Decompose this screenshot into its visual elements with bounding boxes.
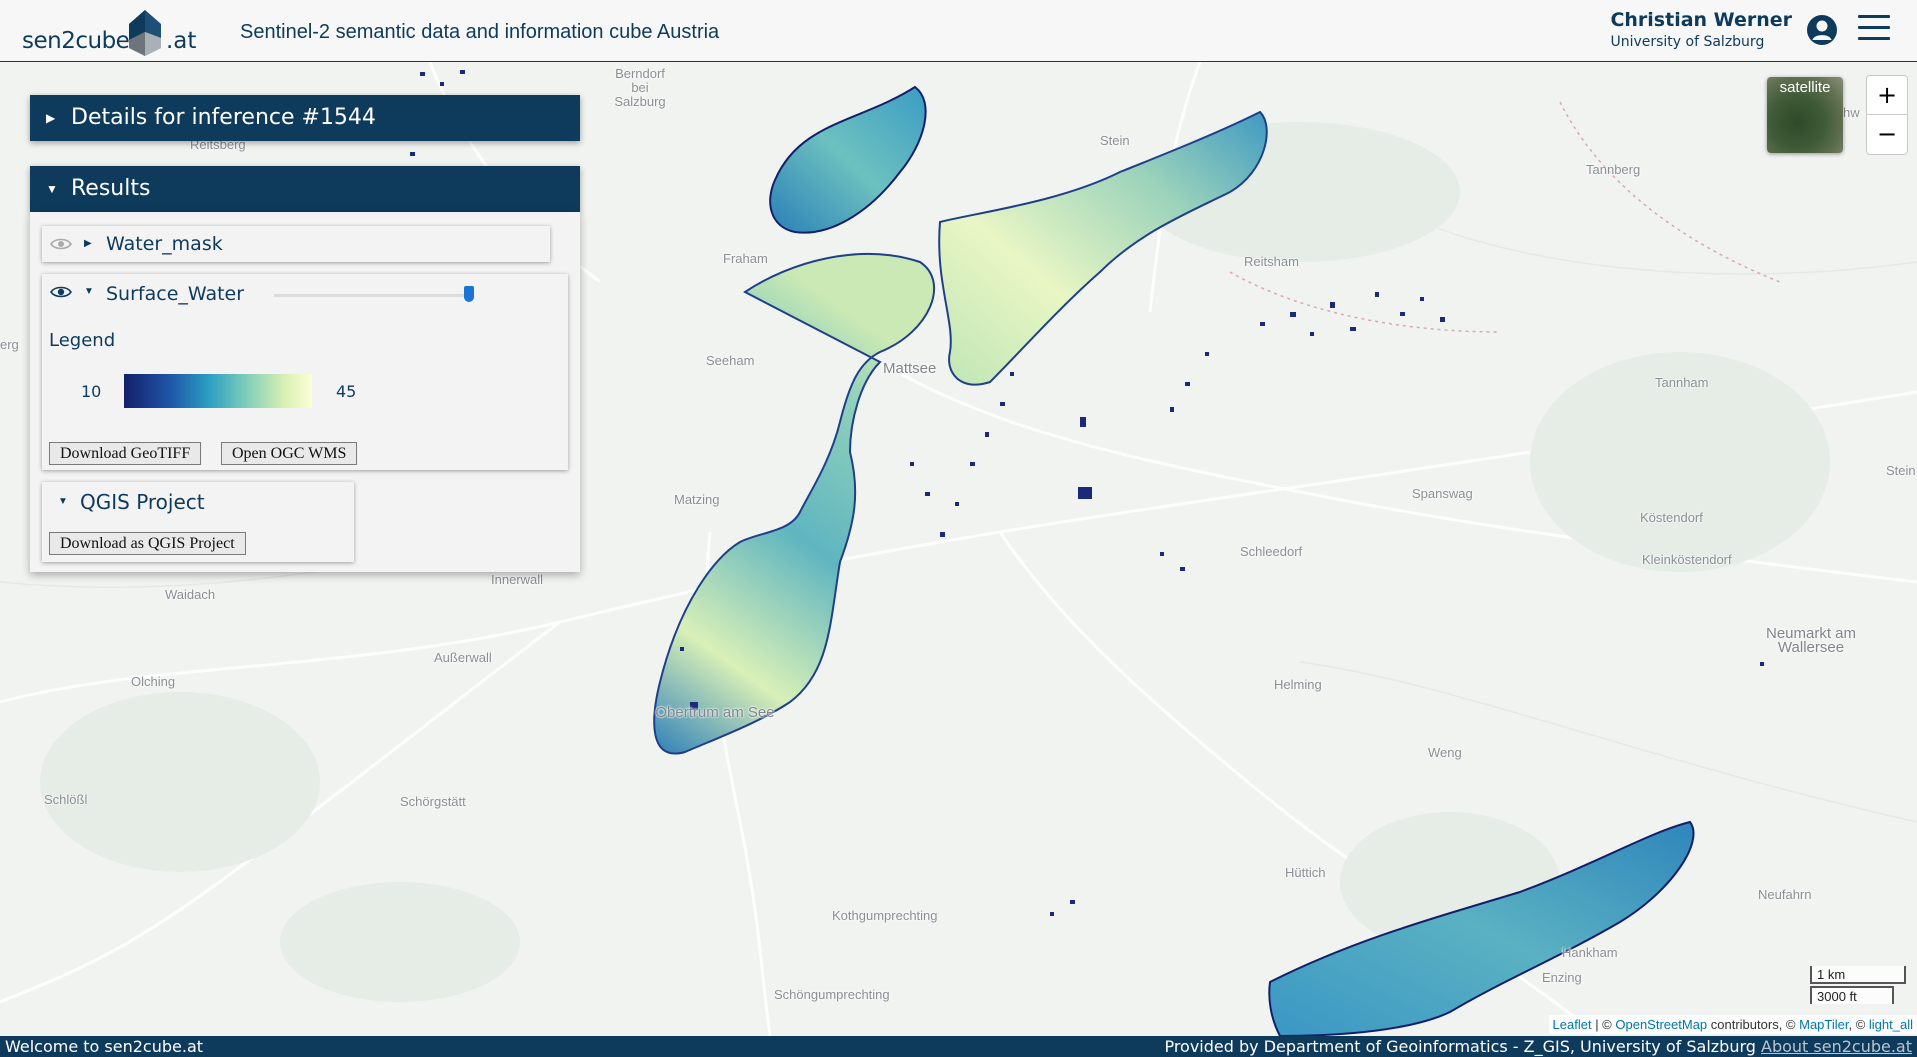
results-header[interactable]: ▼ Results [30, 166, 580, 212]
results-title: Results [71, 176, 151, 201]
place-label: Tannham [1655, 375, 1709, 390]
place-label: Innerwall [491, 572, 544, 587]
place-label: Schlößl [44, 792, 88, 807]
osm-link[interactable]: OpenStreetMap [1615, 1017, 1707, 1032]
place-label: Spanswag [1412, 486, 1473, 501]
place-label: Stein [1886, 463, 1916, 478]
app-header: sen2cube .at Sentinel-2 semantic data an… [0, 0, 1917, 62]
place-label: Schörgstätt [400, 794, 466, 809]
open-wms-button[interactable]: Open OGC WMS [221, 442, 358, 465]
place-label: Kothgumprechting [832, 908, 938, 923]
page-title: Sentinel-2 semantic data and information… [240, 21, 720, 43]
place-label: Enzing [1542, 970, 1582, 985]
legend-min: 10 [81, 382, 102, 401]
layer-name: Surface_Water [106, 283, 245, 305]
app-footer: Welcome to sen2cube.at Provided by Depar… [0, 1036, 1917, 1057]
qgis-project-title: QGIS Project [80, 490, 205, 514]
place-label: Weng [1428, 745, 1462, 760]
leaflet-link[interactable]: Leaflet [1553, 1017, 1592, 1032]
user-name: Christian Werner [1610, 9, 1792, 31]
welcome-text: Welcome to sen2cube.at [5, 1037, 204, 1056]
basemap-toggle-label: satellite [1779, 79, 1831, 96]
basemap-toggle-satellite[interactable]: satellite [1767, 77, 1843, 153]
user-info: Christian Werner University of Salzburg [1610, 9, 1792, 50]
layer-name: Water_mask [106, 233, 223, 255]
place-label: Schöngumprechting [774, 987, 890, 1002]
collapse-arrow-icon[interactable]: ▼ [84, 286, 94, 297]
cube-logo-icon [129, 10, 161, 56]
place-label: Seeham [706, 353, 755, 368]
layer-surface-water[interactable]: ▼ Surface_Water Legend 10 45 Download Ge… [42, 274, 568, 470]
scale-bar-imperial: 3000 ft [1810, 986, 1894, 1004]
download-qgis-button[interactable]: Download as QGIS Project [49, 532, 246, 555]
place-label: Neumarkt am Wallersee [1765, 625, 1857, 656]
place-label: Tannberg [1586, 162, 1641, 177]
hamburger-menu-icon[interactable] [1858, 15, 1890, 45]
visibility-on-icon[interactable] [50, 285, 72, 299]
attribution-text: contributors, © [1707, 1017, 1800, 1032]
download-geotiff-button[interactable]: Download GeoTIFF [49, 442, 202, 465]
place-label: Stein [1100, 133, 1130, 148]
qgis-project-section: ▼ QGIS Project Download as QGIS Project [42, 482, 354, 562]
place-label: Helming [1274, 677, 1322, 692]
account-icon[interactable] [1806, 14, 1838, 46]
scale-bar-metric: 1 km [1810, 966, 1906, 984]
maptiler-link[interactable]: MapTiler [1799, 1017, 1848, 1032]
attribution-text: | © [1591, 1017, 1616, 1032]
place-label: Kleinköstendorf [1642, 552, 1732, 567]
logo-text: sen2cube [22, 28, 130, 54]
provider-text: Provided by Department of Geoinformatics… [1164, 1037, 1756, 1056]
opacity-slider-thumb[interactable] [464, 286, 474, 302]
footer-provider: Provided by Department of Geoinformatics… [1164, 1036, 1912, 1057]
collapse-arrow-icon[interactable]: ▼ [58, 496, 68, 507]
place-label: Neufahrn [1758, 887, 1812, 902]
place-label: Mattsee [883, 360, 937, 377]
place-label: Obertrum am See [655, 704, 775, 721]
place-label: Schleedorf [1240, 544, 1303, 559]
expand-arrow-icon[interactable]: ▶ [84, 238, 92, 249]
place-label: Olching [131, 674, 176, 689]
place-label: hw [1843, 105, 1860, 120]
place-label: Hüttich [1285, 865, 1326, 880]
place-label: erg [0, 337, 19, 352]
map-attribution: Leaflet | © OpenStreetMap contributors, … [1548, 1015, 1917, 1034]
place-label: Außerwall [434, 650, 492, 665]
place-label: Waidach [165, 587, 216, 602]
legend-color-ramp [124, 374, 312, 408]
collapse-arrow-icon: ▼ [46, 182, 58, 196]
layer-water-mask[interactable]: ▶ Water_mask [42, 226, 550, 262]
legend-max: 45 [336, 382, 357, 401]
opacity-slider-track[interactable] [274, 294, 474, 297]
place-label: Berndorf bei Salzburg [614, 66, 666, 109]
zoom-control: + − [1866, 75, 1908, 155]
visibility-off-icon[interactable] [50, 237, 72, 251]
results-panel: ▶ Water_mask ▼ Surface_Water Legend 10 4… [30, 212, 580, 572]
zoom-out-button[interactable]: − [1867, 115, 1907, 153]
place-label: Köstendorf [1640, 510, 1703, 525]
place-label: Fraham [723, 251, 768, 266]
sen2cube-logo[interactable]: sen2cube .at [22, 8, 202, 56]
place-label: Reitsham [1244, 254, 1299, 269]
place-label: Matzing [674, 492, 720, 507]
inference-details-header[interactable]: ▶ Details for inference #1544 [30, 95, 580, 141]
about-link[interactable]: About sen2cube.at [1761, 1037, 1912, 1056]
place-label: Hankham [1562, 945, 1618, 960]
light-all-link[interactable]: light_all [1869, 1017, 1913, 1032]
lake-north [769, 85, 927, 234]
inference-details-title: Details for inference #1544 [71, 105, 376, 130]
expand-arrow-icon: ▶ [46, 111, 56, 125]
legend-label: Legend [49, 330, 116, 351]
logo-tld: .at [166, 28, 197, 54]
user-organization: University of Salzburg [1610, 34, 1765, 50]
attribution-text: , © [1848, 1017, 1869, 1032]
zoom-in-button[interactable]: + [1867, 76, 1907, 115]
